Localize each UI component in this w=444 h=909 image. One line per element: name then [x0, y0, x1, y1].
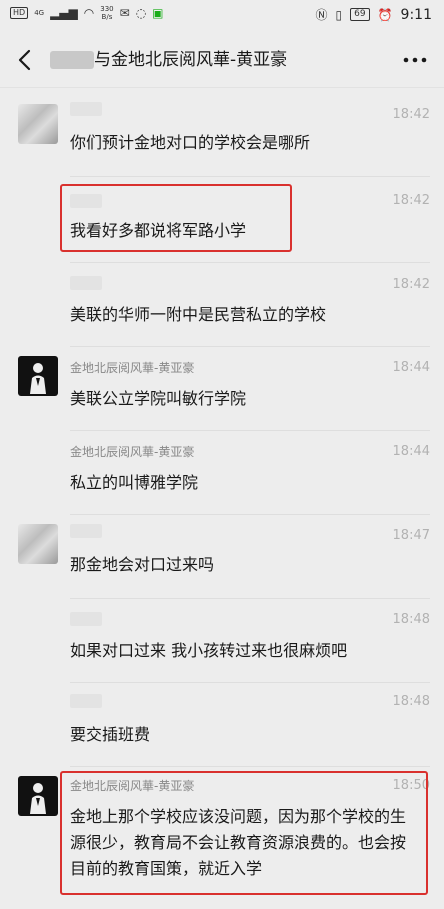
net-speed: 330 B/s [100, 5, 114, 21]
sender-name-redaction [70, 612, 102, 626]
person-silhouette-icon [30, 783, 46, 814]
divider [70, 346, 430, 347]
hd-badge: HD [10, 7, 29, 19]
app-icon: ▣ [152, 6, 164, 20]
wifi-icon: ◠ [83, 6, 95, 20]
alarm-icon: ⏰ [377, 7, 393, 22]
divider [70, 514, 430, 515]
avatar[interactable] [18, 524, 58, 564]
divider [70, 766, 430, 767]
divider [70, 598, 430, 599]
message-time: 18:42 [392, 107, 430, 122]
divider [70, 176, 430, 177]
divider [70, 430, 430, 431]
more-icon[interactable] [402, 48, 428, 72]
network-type: 4G [34, 9, 45, 17]
avatar[interactable] [18, 776, 58, 816]
notification-icon: ◌ [135, 6, 147, 20]
sender-name-redaction [70, 102, 102, 116]
nfc-icon: Ⓝ [315, 8, 328, 22]
sender-name-redaction [70, 524, 102, 538]
message-time: 18:42 [392, 277, 430, 292]
message-time: 18:48 [392, 612, 430, 627]
status-left: HD 4G ▂▄▆ ◠ 330 B/s ✉ ◌ ▣ [10, 5, 164, 21]
avatar[interactable] [18, 356, 58, 396]
message-time: 18:42 [392, 193, 430, 208]
message-text[interactable]: 私立的叫博雅学院 [60, 464, 208, 502]
avatar[interactable] [18, 104, 58, 144]
sender-name-redaction [70, 694, 102, 708]
message-time: 18:44 [392, 444, 430, 459]
back-arrow-icon[interactable] [16, 48, 36, 72]
message-text[interactable]: 美联的华师一附中是民营私立的学校 [60, 296, 336, 334]
message-text[interactable]: 那金地会对口过来吗 [60, 546, 224, 584]
clock: 9:11 [400, 6, 432, 23]
divider [70, 262, 430, 263]
message-text[interactable]: 你们预计金地对口的学校会是哪所 [60, 124, 320, 162]
title-redaction [50, 51, 94, 69]
highlight-box [60, 771, 428, 895]
message-time: 18:48 [392, 694, 430, 709]
sender-name-redaction [70, 276, 102, 290]
wechat-icon: ✉ [119, 6, 130, 20]
vibrate-icon: ▯ [335, 7, 343, 22]
divider [70, 682, 430, 683]
message-text[interactable]: 如果对口过来 我小孩转过来也很麻烦吧 [60, 632, 357, 670]
message-text[interactable]: 要交插班费 [60, 716, 160, 754]
chat-title: 与金地北辰阅风華-黄亚豪 [94, 50, 288, 70]
status-right: Ⓝ ▯ 69 ⏰ 9:11 [316, 6, 432, 23]
battery-icon: 69 [350, 8, 370, 21]
status-bar: HD 4G ▂▄▆ ◠ 330 B/s ✉ ◌ ▣ Ⓝ ▯ 69 ⏰ 9:11 [0, 0, 444, 32]
person-silhouette-icon [30, 363, 46, 394]
sender-name: 金地北辰阅风華-黄亚豪 [70, 445, 195, 459]
message-text[interactable]: 美联公立学院叫敏行学院 [60, 380, 256, 418]
message-time: 18:47 [392, 528, 430, 543]
message-time: 18:44 [392, 360, 430, 375]
signal-icon: ▂▄▆ [50, 6, 78, 20]
sender-name: 金地北辰阅风華-黄亚豪 [70, 361, 195, 375]
highlight-box [60, 184, 292, 252]
chat-header: 与金地北辰阅风華-黄亚豪 [0, 32, 444, 88]
